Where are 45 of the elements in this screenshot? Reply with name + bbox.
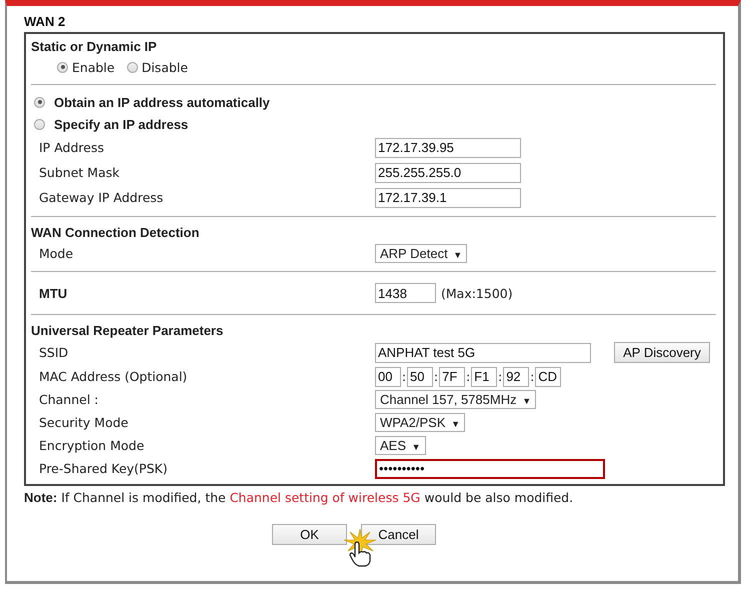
- cancel-button[interactable]: Cancel: [361, 524, 436, 545]
- separator-text: :: [434, 370, 438, 384]
- mac-octet-field[interactable]: 92: [503, 366, 530, 386]
- input-field[interactable]: 172.17.39.95: [375, 138, 521, 158]
- group-heading: WAN Connection Detection: [31, 224, 200, 242]
- separator-text: :: [530, 370, 534, 384]
- field-label: SSID: [38, 345, 70, 360]
- section-title: WAN 2: [24, 14, 66, 29]
- field-label: Mode: [38, 246, 74, 261]
- input-field[interactable]: 255.255.255.0: [375, 162, 521, 182]
- dropdown[interactable]: ARP Detect ▼: [375, 244, 468, 263]
- group-heading: Static or Dynamic IP: [31, 38, 158, 56]
- mac-octet-field[interactable]: 7F: [439, 366, 466, 386]
- hint-text: (Max:1500): [441, 286, 513, 300]
- input-field[interactable]: ANPHAT test 5G: [375, 342, 591, 362]
- field-label: Pre-Shared Key(PSK): [38, 461, 168, 476]
- field-label: Channel :: [38, 392, 100, 407]
- dropdown[interactable]: Channel 157, 5785MHz ▼: [375, 390, 536, 409]
- password-field[interactable]: ••••••••••: [375, 458, 605, 478]
- mac-octet-field[interactable]: 00: [375, 366, 401, 386]
- field-label: Security Mode: [38, 415, 130, 430]
- input-field[interactable]: 172.17.39.1: [375, 188, 521, 208]
- separator-text: :: [498, 370, 502, 384]
- field-label: MTU: [38, 286, 68, 300]
- field-label: Subnet Mask: [38, 165, 120, 180]
- mac-octet-field[interactable]: 50: [407, 366, 434, 386]
- note-text: Note: If Channel is modified, the Channel setting of wireless 5G would be also modified.: [24, 490, 574, 505]
- field-label: IP Address: [38, 140, 105, 155]
- input-field[interactable]: 1438: [375, 283, 436, 303]
- field-label: MAC Address (Optional): [38, 369, 188, 384]
- dropdown[interactable]: WPA2/PSK ▼: [375, 413, 466, 432]
- dropdown[interactable]: AES ▼: [375, 436, 426, 455]
- group-heading: Universal Repeater Parameters: [31, 322, 224, 340]
- mac-octet-field[interactable]: CD: [535, 366, 562, 386]
- ap-discovery-button[interactable]: AP Discovery: [614, 342, 710, 363]
- radio-option[interactable]: Specify an IP address: [34, 116, 188, 132]
- field-label: Encryption Mode: [38, 438, 146, 453]
- mac-octet-field[interactable]: F1: [471, 366, 498, 386]
- separator-text: :: [402, 370, 406, 384]
- field-label: Gateway IP Address: [38, 190, 164, 205]
- radio-option[interactable]: Enable: [57, 60, 115, 74]
- radio-option[interactable]: Obtain an IP address automatically: [34, 94, 270, 110]
- radio-option[interactable]: Disable: [126, 60, 188, 74]
- ok-button[interactable]: OK: [272, 524, 347, 545]
- separator-text: :: [466, 370, 470, 384]
